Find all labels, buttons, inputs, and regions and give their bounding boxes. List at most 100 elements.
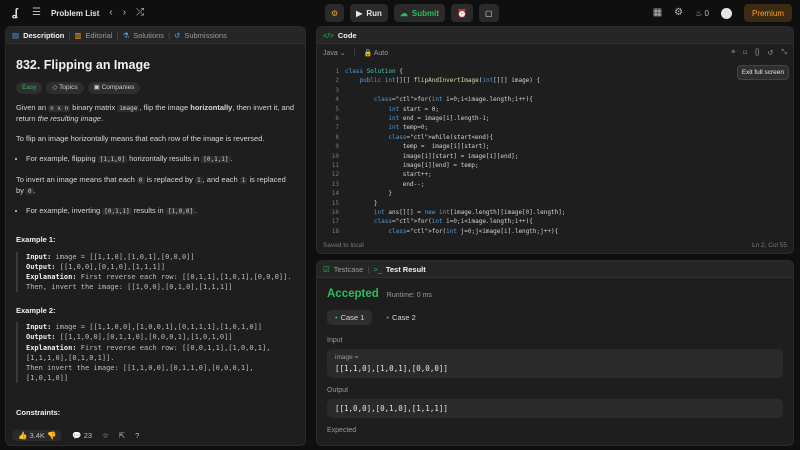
timer-button[interactable]: ⏰ bbox=[451, 4, 473, 22]
case-label: Case 2 bbox=[392, 313, 416, 322]
share-icon[interactable]: ⇱ bbox=[119, 431, 125, 440]
description-footer: 👍 3.4K 👎 💬 23 ☆ ⇱ ? bbox=[6, 425, 305, 445]
reset-icon[interactable]: ↺ bbox=[768, 49, 774, 57]
top-bar: ʆ ☰ Problem List ‹ › ⤮ ⚙ ▶ Run ☁ Submit ⏰ … bbox=[0, 0, 800, 26]
line-number: 7 bbox=[335, 124, 339, 132]
list-item: For example, flipping [1,1,0] horizontal… bbox=[26, 153, 295, 164]
inline-code: 1 bbox=[239, 176, 248, 184]
format-icon[interactable]: ≡ bbox=[731, 49, 735, 57]
problem-title[interactable]: 832. Flipping an Image bbox=[16, 56, 295, 75]
line-number: 12 bbox=[331, 171, 339, 179]
auto-toggle[interactable]: 🔒 Auto bbox=[363, 49, 388, 57]
line-number: 18 bbox=[331, 227, 339, 235]
editor-status-bar: Saved to local Ln 2, Col 55 bbox=[317, 237, 793, 253]
tab-divider: | bbox=[68, 30, 71, 40]
language-select[interactable]: Java ⌄ bbox=[323, 49, 346, 57]
output-box: [[1,0,0],[0,1,0],[1,1,1]] bbox=[327, 399, 783, 418]
prev-problem-icon[interactable]: ‹ bbox=[109, 8, 112, 18]
line-number: 5 bbox=[335, 105, 339, 113]
inline-code: 1 bbox=[195, 176, 203, 184]
problem-list-link[interactable]: Problem List bbox=[51, 9, 99, 18]
example-1-output: [[1,0,0],[0,1,0],[1,1,1]] bbox=[59, 262, 166, 271]
line-number: 3 bbox=[335, 86, 339, 94]
shuffle-icon[interactable]: ⤮ bbox=[136, 8, 144, 18]
line-number: 2 bbox=[335, 77, 339, 85]
line-number: 10 bbox=[331, 152, 339, 160]
premium-button[interactable]: Premium bbox=[743, 4, 792, 22]
inline-code: n x n bbox=[48, 104, 71, 112]
next-problem-icon[interactable]: › bbox=[123, 8, 126, 18]
leetcode-logo-icon[interactable]: ʆ bbox=[8, 6, 22, 20]
tab-solutions[interactable]: Solutions bbox=[133, 31, 164, 40]
terminal-icon: >_ bbox=[373, 264, 382, 274]
fullscreen-icon[interactable]: ⤡ bbox=[781, 49, 787, 57]
star-icon[interactable]: ☆ bbox=[102, 431, 109, 440]
pass-dot-icon: • bbox=[335, 313, 338, 322]
example-2-input: image = [[1,1,0,0],[1,0,0,1],[0,1,1,1],[… bbox=[55, 323, 263, 332]
like-button[interactable]: 👍 3.4K 👎 bbox=[12, 429, 63, 441]
input-box: image = [[1,1,0],[1,0,1],[0,0,0]] bbox=[327, 349, 783, 378]
code-line: int ans[][] = new int[image.length][imag… bbox=[373, 209, 566, 216]
code-line: int start = 0; bbox=[388, 105, 439, 113]
topics-label: Topics bbox=[59, 83, 78, 91]
tab-divider: | bbox=[367, 264, 370, 274]
code-editor[interactable]: 1 class Solution {2 public int[][] flipAn… bbox=[317, 63, 793, 239]
problem-body: 832. Flipping an Image Easy ◇ Topics ▣ C… bbox=[6, 44, 305, 432]
debug-button[interactable]: ⚙ bbox=[325, 4, 345, 22]
comments-button[interactable]: 💬 23 bbox=[72, 431, 92, 440]
text: , flip the image bbox=[139, 102, 189, 112]
topics-tag[interactable]: ◇ Topics bbox=[46, 81, 84, 94]
runtime: Runtime: 0 ms bbox=[386, 292, 432, 299]
solutions-icon: ⚗ bbox=[122, 30, 130, 40]
tab-code[interactable]: Code bbox=[338, 31, 357, 40]
cloud-upload-icon: ☁ bbox=[399, 8, 408, 18]
tab-description[interactable]: Description bbox=[23, 31, 64, 40]
submit-button[interactable]: ☁ Submit bbox=[393, 4, 445, 22]
list-icon[interactable]: ☰ bbox=[32, 8, 41, 18]
inline-code: [1,0,0] bbox=[165, 208, 196, 215]
case-tab-2[interactable]: • Case 2 bbox=[378, 310, 423, 325]
result-body: Accepted Runtime: 0 ms • Case 1 • Case 2 I… bbox=[317, 278, 793, 445]
case-tabs: • Case 1 • Case 2 bbox=[327, 310, 783, 325]
case-tab-1[interactable]: • Case 1 bbox=[327, 310, 373, 325]
difficulty-badge: Easy bbox=[16, 81, 43, 94]
notes-button[interactable]: ▢ bbox=[478, 4, 499, 22]
label: Input: bbox=[26, 323, 52, 332]
code-line: } bbox=[345, 190, 392, 198]
bookmark-icon[interactable]: ⌑ bbox=[743, 49, 747, 57]
thumbs-down-icon[interactable]: 👎 bbox=[47, 431, 56, 440]
tab-test-result[interactable]: Test Result bbox=[386, 265, 426, 274]
layout-grid-icon[interactable]: ▦ bbox=[653, 8, 662, 18]
code-line: end--; bbox=[345, 180, 425, 188]
line-number: 9 bbox=[335, 143, 339, 151]
streak-counter[interactable]: ♨ 0 bbox=[695, 9, 709, 18]
submissions-icon: ↺ bbox=[174, 30, 181, 40]
tab-submissions[interactable]: Submissions bbox=[184, 31, 227, 40]
like-count: 3.4K bbox=[29, 430, 45, 440]
text: is replaced by bbox=[146, 174, 193, 184]
text: . bbox=[195, 206, 198, 215]
line-number: 16 bbox=[331, 209, 339, 216]
run-button[interactable]: ▶ Run bbox=[350, 4, 388, 22]
code-line: start++; bbox=[345, 171, 432, 179]
thumbs-up-icon: 👍 bbox=[18, 430, 28, 440]
line-number: 14 bbox=[331, 190, 339, 198]
code-icon: </> bbox=[323, 30, 334, 40]
help-icon[interactable]: ? bbox=[135, 431, 139, 440]
pass-dot-icon: • bbox=[386, 313, 390, 322]
companies-tag[interactable]: ▣ Companies bbox=[87, 81, 141, 94]
code-line: class="ctl">for(int i=0;i<image.length;i… bbox=[373, 96, 533, 104]
avatar[interactable] bbox=[720, 7, 732, 19]
tab-editorial[interactable]: Editorial bbox=[85, 31, 112, 40]
tab-testcase[interactable]: Testcase bbox=[334, 265, 364, 274]
line-number: 11 bbox=[331, 162, 339, 169]
alarm-icon: ⏰ bbox=[457, 8, 467, 18]
inline-code: 0 bbox=[26, 187, 34, 195]
text: results in bbox=[133, 206, 164, 215]
streak-count: 0 bbox=[704, 8, 709, 18]
braces-icon[interactable]: {} bbox=[755, 49, 760, 57]
bold-text: horizontally bbox=[190, 102, 233, 112]
settings-icon[interactable]: ⚙ bbox=[674, 8, 683, 18]
inline-code: 0 bbox=[136, 176, 145, 184]
text: Given an bbox=[16, 102, 47, 112]
